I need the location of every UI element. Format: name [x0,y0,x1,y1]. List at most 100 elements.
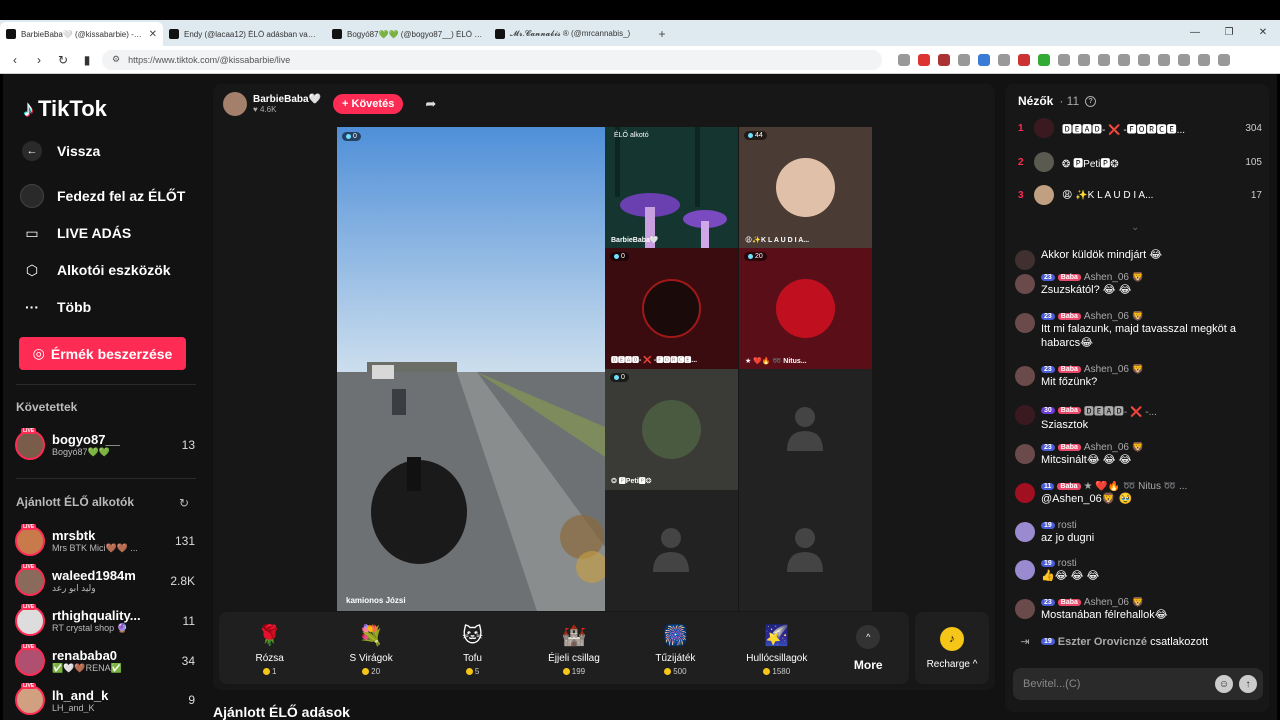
recharge-button[interactable]: ♪ Recharge ^ [915,612,989,684]
message-user[interactable]: rosti [1058,520,1077,531]
avatar[interactable] [1015,483,1035,503]
chat-input[interactable] [1023,678,1209,690]
get-coins-button[interactable]: ◎ Érmék beszerzése [19,337,186,370]
avatar[interactable] [1015,522,1035,542]
recommended-user[interactable]: LIVE waleed1984m وليد ابو رعد 2.8K [15,563,195,599]
message-user[interactable]: Ashen_06 🦁 [1084,364,1144,375]
extension-icon[interactable] [1098,53,1110,66]
extension-icon[interactable] [1058,53,1070,66]
message-user[interactable]: 🅳🅴🅰🅳- ❌ -... [1084,403,1157,418]
message-user[interactable]: ★ ❤️🔥 ➿ Nitus ➿ ... [1084,481,1188,492]
new-tab-button[interactable]: + [652,22,672,46]
close-window-icon[interactable]: ✕ [1246,20,1280,46]
extension-icon[interactable] [1078,53,1090,66]
top-viewer-row[interactable]: 3 😩 ✨K L A U D I A... 17 [1018,183,1262,207]
message-user[interactable]: Ashen_06 🦁 [1084,442,1144,453]
share-icon[interactable]: ➦ [425,96,436,112]
extension-icon[interactable] [898,53,910,66]
back-link[interactable]: ← Vissza [19,138,100,164]
top-viewer-row[interactable]: 1 🅳🅴🅰🅳- ❌ -🅵🅾🆁🅲🅴... 304 [1018,116,1262,140]
gift-item[interactable]: 🎆 Tűzijáték 500 [635,620,715,677]
avatar[interactable] [1015,274,1035,294]
info-icon[interactable]: ? [1085,95,1097,107]
extension-icon[interactable] [1018,53,1030,66]
gift-item[interactable]: 🏰 Éjjeli csillag 199 [534,620,614,677]
avatar[interactable] [1015,405,1035,425]
browser-tab[interactable]: Bogyó87💚💚 (@bogyo87__) ÉLŐ adásban [326,22,489,46]
message-user[interactable]: rosti [1058,558,1077,569]
avatar[interactable] [1015,366,1035,386]
message-user[interactable]: Ashen_06 🦁 [1084,272,1144,283]
empty-seat[interactable] [739,369,872,490]
emoji-icon[interactable]: ☺ [1215,675,1233,693]
browser-tab[interactable]: 𝓜𝓻.𝓒𝓪𝓷𝓷𝓪𝓫𝓲𝓼 ® (@mrcannabis_) [489,22,652,46]
refresh-icon[interactable]: ↻ [179,496,189,510]
extension-icon[interactable] [938,53,950,66]
sidebar-item-go-live[interactable]: ▭ LIVE ADÁS [19,220,131,246]
extension-icon[interactable] [1158,53,1170,66]
extension-icon[interactable] [1038,53,1050,66]
guest-cell[interactable]: 0 🅳🅴🅰🅳- ❌ -🅵🅾🆁🅲🅴... [605,248,738,369]
site-settings-icon[interactable]: ⚙ [112,54,120,65]
sidebar-item-creator-tools[interactable]: ⬡ Alkotói eszközök [19,257,171,283]
more-gifts-button[interactable]: ^ More [838,624,898,672]
empty-seat[interactable] [605,490,738,611]
main-video[interactable]: 0 kamionos Józsi [337,127,605,611]
extension-icon[interactable] [918,53,930,66]
recommended-user[interactable]: LIVE lh_and_k LH_and_K 9 [15,682,195,718]
follow-button[interactable]: + Követés [333,94,404,114]
host-name[interactable]: BarbieBaba🤍 [253,94,321,105]
extension-icon[interactable] [1198,53,1210,66]
extension-icon[interactable] [1118,53,1130,66]
gift-item[interactable]: 🐱 Tofu 5 [433,620,513,677]
avatar[interactable] [1015,560,1035,580]
extension-icon[interactable] [978,53,990,66]
close-tab-icon[interactable]: ✕ [149,29,157,40]
guest-cell[interactable]: 0 ❂ 🅿Peti🅿❂ [605,369,738,490]
recommended-user[interactable]: LIVE mrsbtk Mrs BTK Mici🤎🤎 ... 131 [15,523,195,559]
sidebar-item-explore-live[interactable]: Fedezd fel az ÉLŐT [19,183,185,209]
avatar [1034,185,1054,205]
sidebar-item-more[interactable]: ··· Több [19,294,91,320]
gift-item[interactable]: 💐 S Virágok 20 [331,620,411,677]
restore-icon[interactable]: ❐ [1212,20,1246,46]
recommended-user[interactable]: LIVE rthighquality... RT crystal shop 🔮 … [15,603,195,639]
gift-item[interactable]: 🌹 Rózsa 1 [230,620,310,677]
bookmark-icon[interactable]: ▮ [78,53,96,67]
chat-message: 23 Baba Ashen_06 🦁 Zsuzskától? 😂 😂 [1015,272,1261,297]
browser-tab[interactable]: BarbieBaba🤍 (@kissabarbie) - TikTok LIVE… [0,22,163,46]
forward-arrow-icon[interactable]: › [30,53,48,67]
avatar[interactable] [1015,599,1035,619]
extension-icon[interactable] [1138,53,1150,66]
avatar[interactable] [1015,250,1035,270]
gift-price: 1580 [772,667,791,676]
message-user[interactable]: Eszter Orovicnzé [1058,636,1147,648]
extension-icon[interactable] [958,53,970,66]
avatar[interactable] [1015,444,1035,464]
guest-cell[interactable]: 44 😩✨K L A U D I A... [739,127,872,248]
message-user[interactable]: Ashen_06 🦁 [1084,597,1144,608]
host-avatar[interactable] [223,92,247,116]
minimize-icon[interactable]: — [1178,20,1212,46]
send-icon[interactable]: ↑ [1239,675,1257,693]
empty-seat[interactable] [739,490,872,611]
extension-icons [898,53,1230,66]
following-user[interactable]: LIVE bogyo87__ Bogyó87💚💚 13 [15,427,195,463]
browser-tab[interactable]: Endy (@lacaa12) ÉLŐ adásban van – TikTok [163,22,326,46]
menu-icon[interactable] [1218,53,1230,66]
top-viewer-row[interactable]: 2 ❂ 🅿Peti🅿❂ 105 [1018,150,1262,174]
viewers-header[interactable]: Nézők · 11 ? [1018,94,1097,108]
host-cell[interactable]: ÉLŐ alkotó BarbieBaba🤍 [605,127,738,248]
avatar[interactable] [1015,313,1035,333]
tiktok-logo[interactable]: ♪ TikTok [23,96,107,122]
recommended-user[interactable]: LIVE renababa0 ✅🤍🤎RENA✅ 34 [15,643,195,679]
extension-icon[interactable] [998,53,1010,66]
chevron-down-icon[interactable]: ⌄ [1131,222,1139,233]
back-arrow-icon[interactable]: ‹ [6,53,24,67]
gift-item[interactable]: 🌠 Hullócsillagok 1580 [737,620,817,677]
extension-icon[interactable] [1178,53,1190,66]
guest-cell[interactable]: 20 ★ ❤️🔥 ➿ Nitus... [739,248,872,369]
message-user[interactable]: Ashen_06 🦁 [1084,311,1144,322]
reload-icon[interactable]: ↻ [54,53,72,67]
url-field[interactable]: ⚙ https://www.tiktok.com/@kissabarbie/li… [102,49,882,70]
